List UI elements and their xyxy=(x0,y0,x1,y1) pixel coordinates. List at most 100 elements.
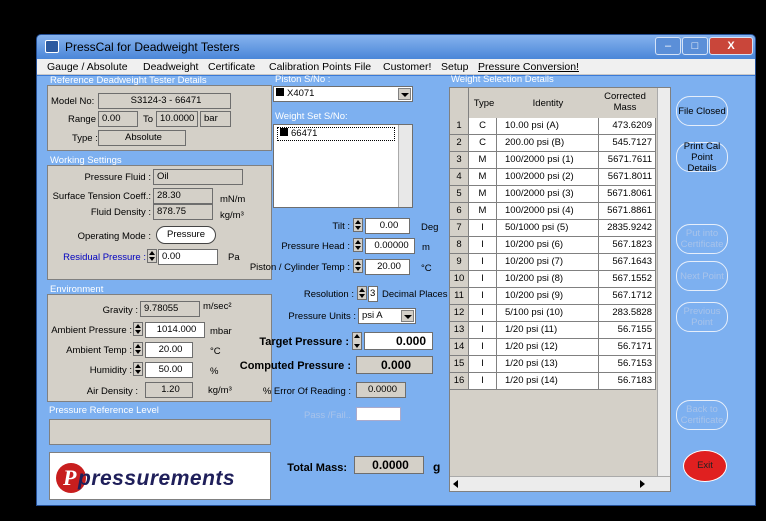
minimize-button[interactable]: – xyxy=(655,37,681,55)
weight-mass[interactable]: 5671.8011 xyxy=(599,169,656,186)
weight-mass[interactable]: 545.7127 xyxy=(599,135,656,152)
weight-row[interactable]: 6 M 100/2000 psi (4) 5671.8861 xyxy=(450,203,656,220)
weight-row[interactable]: 8 I 10/200 psi (6) 567.1823 xyxy=(450,237,656,254)
menu-customer[interactable]: Customer! xyxy=(383,61,431,73)
weight-type[interactable]: M xyxy=(469,203,497,220)
weight-mass[interactable]: 567.1643 xyxy=(599,254,656,271)
weight-row[interactable]: 16 I 1/20 psi (14) 56.7183 xyxy=(450,373,656,390)
weight-row[interactable]: 4 M 100/2000 psi (2) 5671.8011 xyxy=(450,169,656,186)
weight-identity[interactable]: 10/200 psi (8) xyxy=(497,271,599,288)
exit-button[interactable]: Exit xyxy=(683,450,727,482)
pressure-units-select[interactable]: psi A xyxy=(358,308,416,324)
weight-identity[interactable]: 100/2000 psi (2) xyxy=(497,169,599,186)
weight-identity[interactable]: 10.00 psi (A) xyxy=(497,118,599,135)
weight-row[interactable]: 1 C 10.00 psi (A) 473.6209 xyxy=(450,118,656,135)
row-number[interactable]: 6 xyxy=(450,203,469,220)
tilt-input[interactable]: 0.00 xyxy=(365,218,410,234)
humidity-input[interactable]: 50.00 xyxy=(145,362,193,378)
weight-identity[interactable]: 10/200 psi (9) xyxy=(497,288,599,305)
target-pressure-input[interactable]: 0.000 xyxy=(364,332,433,350)
col-identity-header[interactable]: Identity xyxy=(498,98,598,109)
piston-temp-spinner[interactable] xyxy=(353,259,363,273)
weight-set-list[interactable]: 66471 xyxy=(273,124,413,208)
weight-type[interactable]: C xyxy=(469,118,497,135)
weight-row[interactable]: 2 C 200.00 psi (B) 545.7127 xyxy=(450,135,656,152)
previous-point-button[interactable]: Previous Point xyxy=(676,302,728,332)
row-number[interactable]: 5 xyxy=(450,186,469,203)
weight-mass[interactable]: 56.7153 xyxy=(599,356,656,373)
weight-type[interactable]: I xyxy=(469,271,497,288)
weight-row[interactable]: 9 I 10/200 psi (7) 567.1643 xyxy=(450,254,656,271)
weight-type[interactable]: I xyxy=(469,356,497,373)
weight-identity[interactable]: 50/1000 psi (5) xyxy=(497,220,599,237)
weight-mass[interactable]: 473.6209 xyxy=(599,118,656,135)
weight-mass[interactable]: 567.1712 xyxy=(599,288,656,305)
row-number[interactable]: 14 xyxy=(450,339,469,356)
weight-mass[interactable]: 56.7155 xyxy=(599,322,656,339)
weight-mass[interactable]: 56.7183 xyxy=(599,373,656,390)
pressure-units-dropdown-icon[interactable] xyxy=(401,310,414,322)
pressure-head-spinner[interactable] xyxy=(353,238,363,252)
close-button[interactable]: X xyxy=(709,37,753,55)
put-into-certificate-button[interactable]: Put into Certificate xyxy=(676,224,728,254)
weight-identity[interactable]: 10/200 psi (7) xyxy=(497,254,599,271)
maximize-button[interactable]: □ xyxy=(682,37,708,55)
weight-mass[interactable]: 5671.7611 xyxy=(599,152,656,169)
row-number[interactable]: 16 xyxy=(450,373,469,390)
weight-row[interactable]: 11 I 10/200 psi (9) 567.1712 xyxy=(450,288,656,305)
grid-vertical-scrollbar[interactable] xyxy=(657,88,670,476)
weight-row[interactable]: 15 I 1/20 psi (13) 56.7153 xyxy=(450,356,656,373)
weight-type[interactable]: M xyxy=(469,186,497,203)
scroll-left-icon[interactable] xyxy=(453,480,458,488)
row-number[interactable]: 15 xyxy=(450,356,469,373)
weight-identity[interactable]: 100/2000 psi (3) xyxy=(497,186,599,203)
weight-mass[interactable]: 2835.9242 xyxy=(599,220,656,237)
weight-row[interactable]: 3 M 100/2000 psi (1) 5671.7611 xyxy=(450,152,656,169)
ambient-pressure-input[interactable]: 1014.000 xyxy=(145,322,205,338)
scroll-right-icon[interactable] xyxy=(640,480,645,488)
weight-row[interactable]: 7 I 50/1000 psi (5) 2835.9242 xyxy=(450,220,656,237)
col-mass-header[interactable]: Corrected Mass xyxy=(600,91,650,113)
weight-mass[interactable]: 567.1552 xyxy=(599,271,656,288)
ambient-temp-spinner[interactable] xyxy=(133,342,143,356)
weight-type[interactable]: I xyxy=(469,322,497,339)
ambient-pressure-spinner[interactable] xyxy=(133,322,143,336)
weight-type[interactable]: I xyxy=(469,220,497,237)
weight-identity[interactable]: 1/20 psi (13) xyxy=(497,356,599,373)
weight-mass[interactable]: 5671.8061 xyxy=(599,186,656,203)
row-number[interactable]: 1 xyxy=(450,118,469,135)
row-number[interactable]: 7 xyxy=(450,220,469,237)
humidity-spinner[interactable] xyxy=(133,362,143,376)
weight-identity[interactable]: 5/100 psi (10) xyxy=(497,305,599,322)
residual-spinner[interactable] xyxy=(147,249,157,263)
weight-type[interactable]: M xyxy=(469,152,497,169)
title-bar[interactable]: PressCal for Deadweight Testers – □ X xyxy=(37,35,755,59)
weight-row[interactable]: 10 I 10/200 psi (8) 567.1552 xyxy=(450,271,656,288)
row-number[interactable]: 9 xyxy=(450,254,469,271)
weight-mass[interactable]: 283.5828 xyxy=(599,305,656,322)
weight-type[interactable]: I xyxy=(469,237,497,254)
row-number[interactable]: 8 xyxy=(450,237,469,254)
weight-identity[interactable]: 1/20 psi (14) xyxy=(497,373,599,390)
target-pressure-spinner[interactable] xyxy=(352,332,362,350)
menu-certificate[interactable]: Certificate xyxy=(208,61,255,73)
operating-mode-button[interactable]: Pressure xyxy=(156,226,216,244)
resolution-spinner[interactable] xyxy=(357,286,367,300)
weight-mass[interactable]: 5671.8861 xyxy=(599,203,656,220)
weight-row[interactable]: 13 I 1/20 psi (11) 56.7155 xyxy=(450,322,656,339)
weight-identity[interactable]: 200.00 psi (B) xyxy=(497,135,599,152)
menu-setup[interactable]: Setup xyxy=(441,61,468,73)
piston-temp-input[interactable]: 20.00 xyxy=(365,259,410,275)
next-point-button[interactable]: Next Point xyxy=(676,261,728,291)
piston-dropdown-icon[interactable] xyxy=(398,88,411,100)
weight-type[interactable]: I xyxy=(469,339,497,356)
resolution-input[interactable]: 3 xyxy=(368,286,378,302)
weight-identity[interactable]: 100/2000 psi (4) xyxy=(497,203,599,220)
weight-mass[interactable]: 567.1823 xyxy=(599,237,656,254)
row-number[interactable]: 12 xyxy=(450,305,469,322)
menu-deadweight[interactable]: Deadweight xyxy=(143,61,198,73)
weight-type[interactable]: I xyxy=(469,254,497,271)
weight-type[interactable]: I xyxy=(469,305,497,322)
pressure-ref-level-field[interactable] xyxy=(49,419,271,445)
row-number[interactable]: 10 xyxy=(450,271,469,288)
